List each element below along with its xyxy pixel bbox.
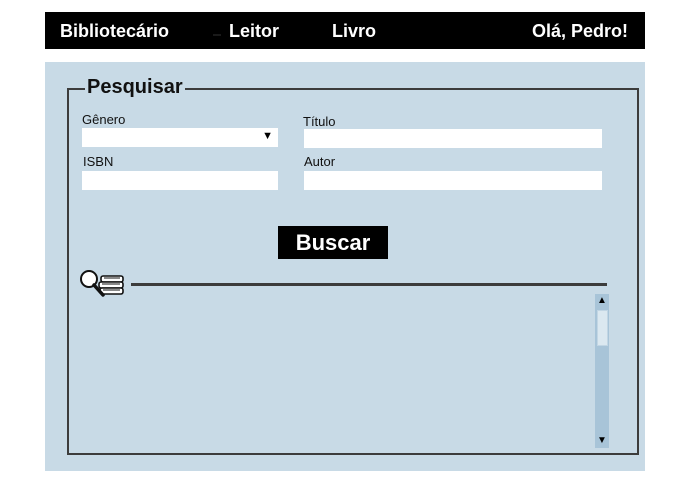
scroll-down-icon[interactable]: ▼ (595, 434, 609, 448)
scroll-up-icon[interactable]: ▲ (595, 294, 609, 308)
top-navbar: Bibliotecário Leitor Livro Olá, Pedro! (45, 12, 645, 49)
results-divider (131, 283, 607, 286)
nav-leitor[interactable]: Leitor (229, 21, 279, 42)
autor-input[interactable] (304, 171, 602, 190)
results-scrollbar[interactable]: ▲ ▼ (595, 294, 609, 448)
main-panel: Pesquisar Gênero ▼ Título ISBN Autor Bus… (45, 62, 645, 471)
genero-label: Gênero (82, 112, 126, 127)
magnifier-books-icon (80, 270, 124, 297)
user-greeting: Olá, Pedro! (531, 21, 628, 41)
dropdown-arrow-icon: ▼ (262, 130, 273, 142)
nav-separator (213, 34, 221, 36)
search-legend: Pesquisar (85, 76, 185, 99)
titulo-input[interactable] (304, 129, 602, 148)
isbn-label: ISBN (83, 154, 114, 169)
nav-livro[interactable]: Livro (332, 21, 376, 42)
isbn-input[interactable] (82, 171, 278, 190)
genero-select[interactable]: ▼ (82, 128, 278, 147)
nav-bibliotecario[interactable]: Bibliotecário (60, 21, 169, 42)
autor-label: Autor (304, 154, 336, 169)
buscar-button[interactable]: Buscar (278, 226, 388, 259)
titulo-label: Título (303, 114, 336, 129)
scroll-thumb[interactable] (597, 310, 608, 346)
search-fieldset: Pesquisar Gênero ▼ Título ISBN Autor Bus… (67, 76, 639, 455)
